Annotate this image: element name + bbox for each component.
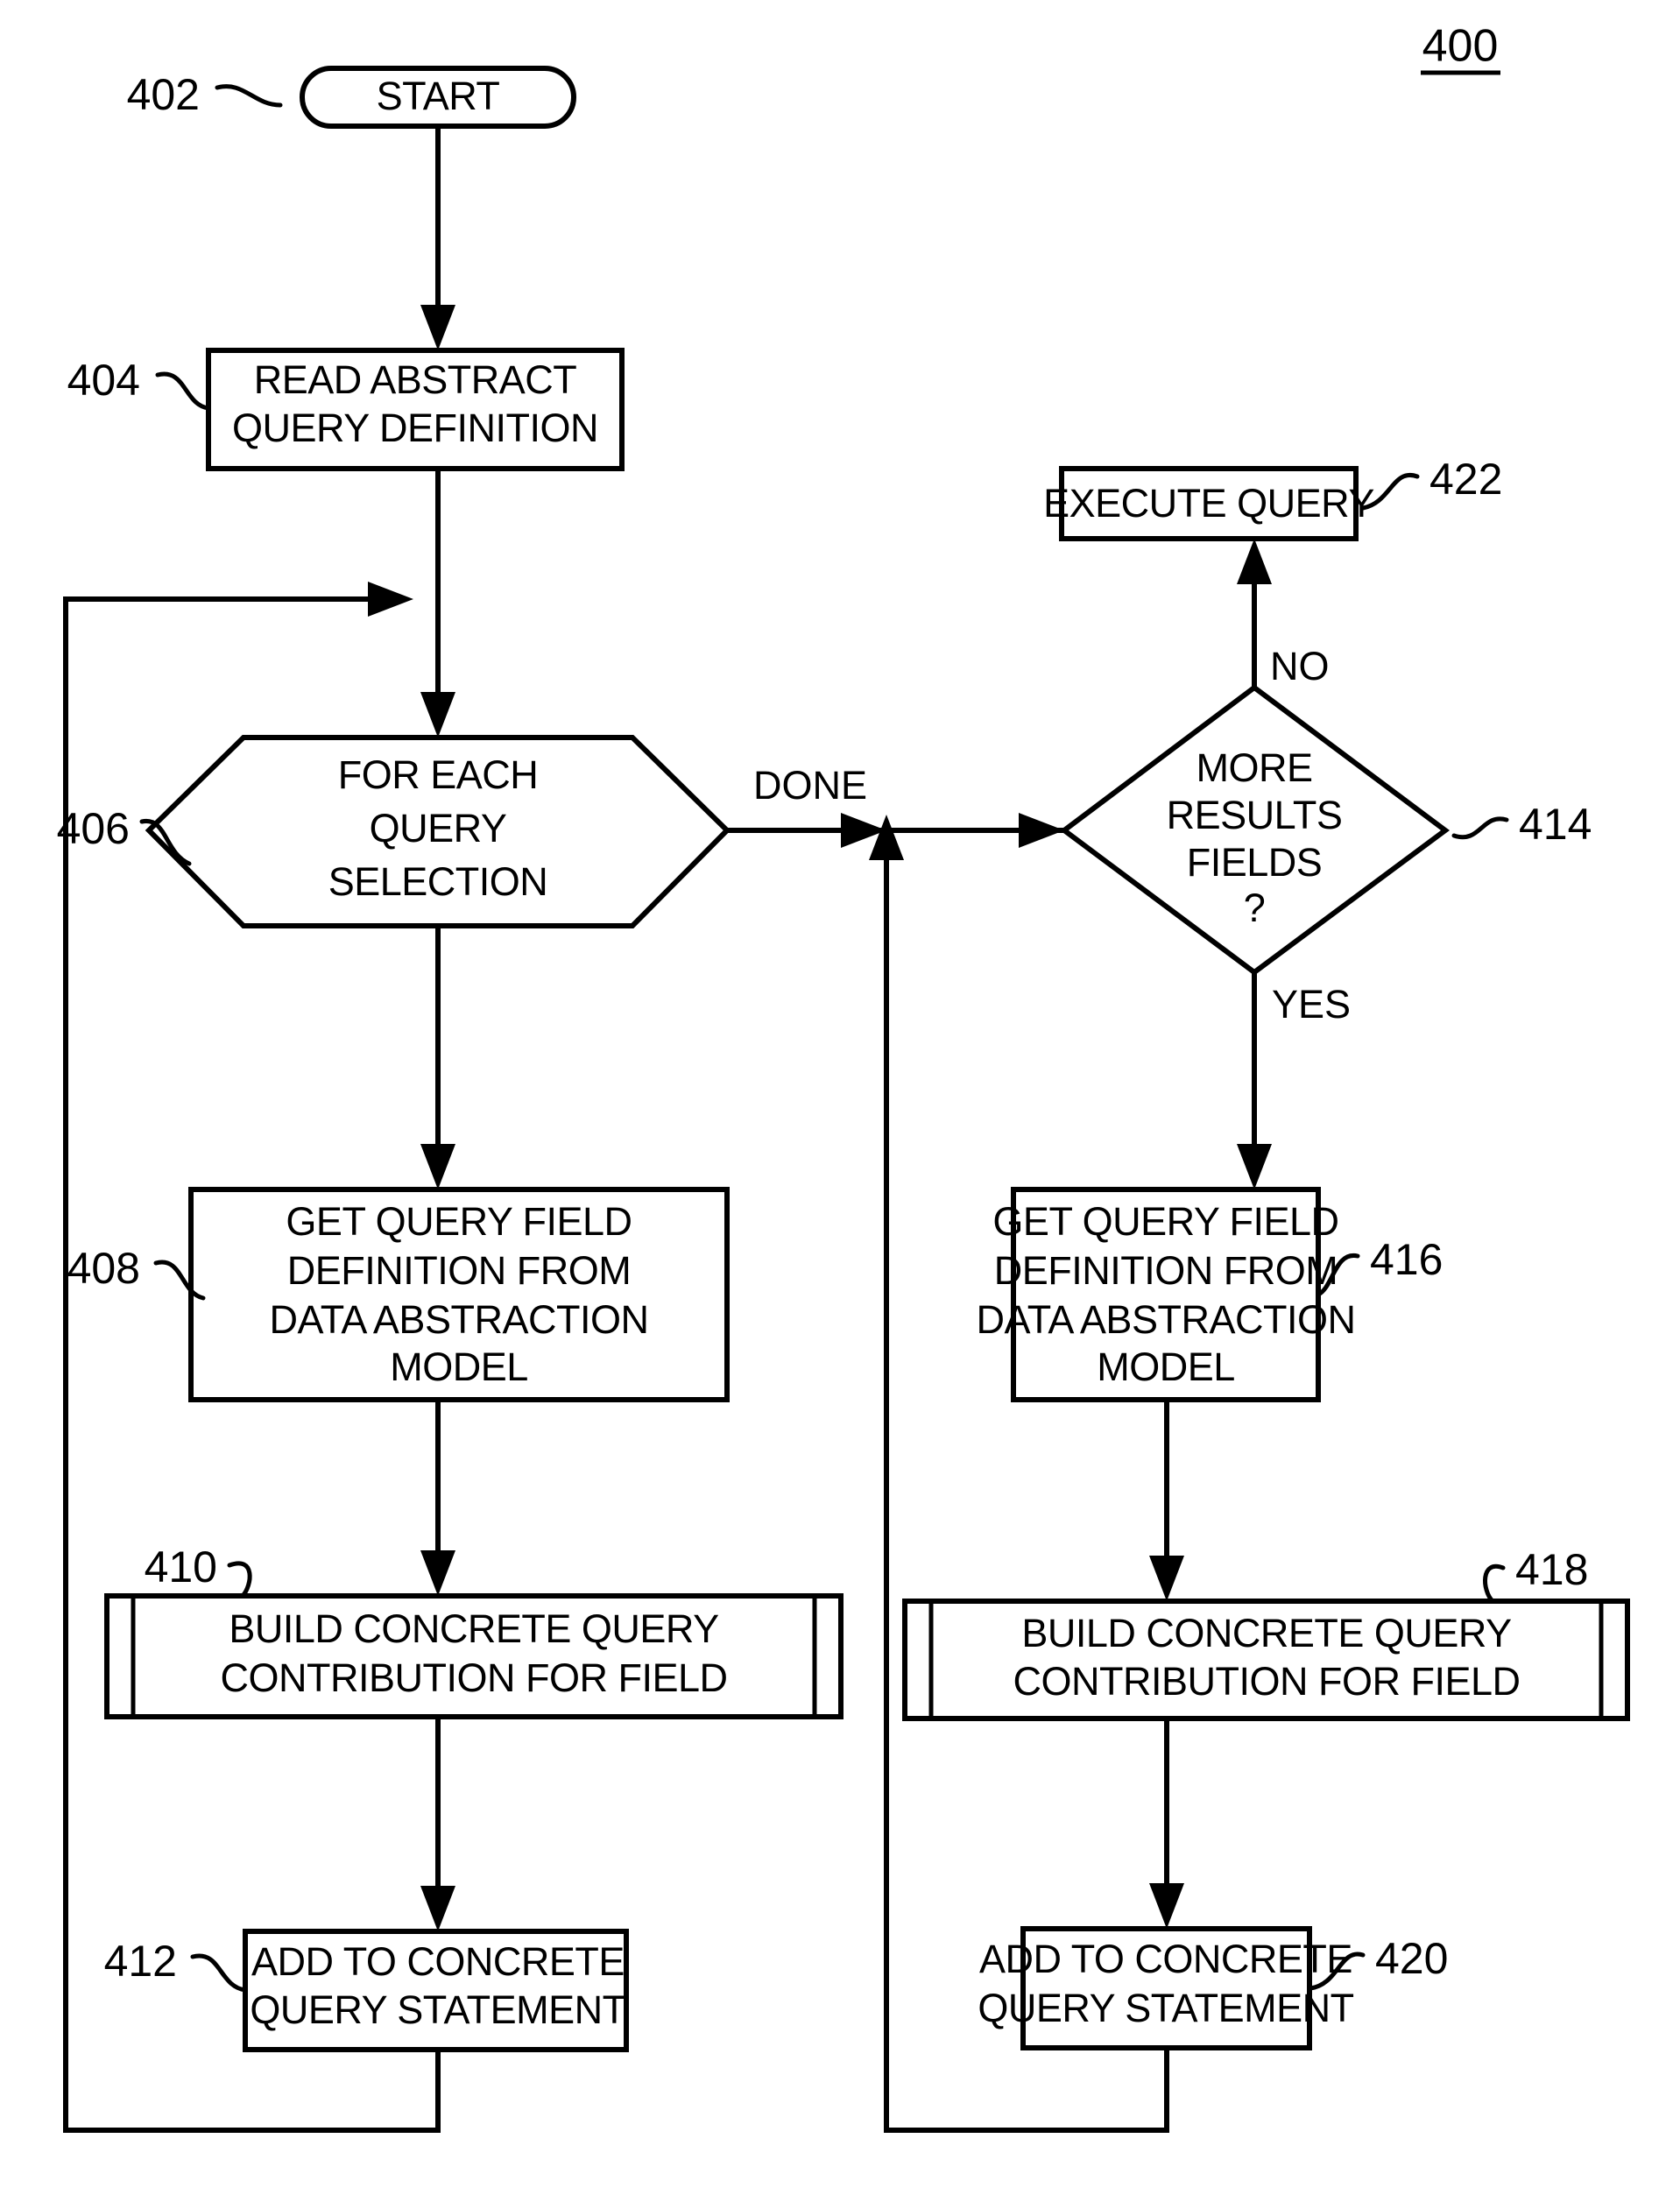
ref-408-label: 408 bbox=[67, 1244, 140, 1293]
node-execute-query[interactable]: EXECUTE QUERY bbox=[1043, 466, 1375, 541]
more-results-line-1: MORE bbox=[1196, 745, 1313, 790]
ref-418-leader bbox=[1483, 1563, 1506, 1604]
get-field-left-line-4: MODEL bbox=[390, 1345, 528, 1389]
edge-label-done: DONE bbox=[753, 763, 867, 808]
get-field-left-line-1: GET QUERY FIELD bbox=[286, 1199, 632, 1244]
for-each-line-2: QUERY bbox=[370, 806, 507, 850]
ref-420-label: 420 bbox=[1375, 1934, 1448, 1983]
more-results-line-4: ? bbox=[1244, 886, 1266, 930]
more-results-line-2: RESULTS bbox=[1167, 793, 1343, 837]
for-each-line-3: SELECTION bbox=[328, 859, 548, 904]
read-abstract-line-1: READ ABSTRACT bbox=[254, 357, 577, 402]
ref-410-label: 410 bbox=[145, 1542, 217, 1592]
ref-416-label: 416 bbox=[1370, 1235, 1443, 1284]
arrowhead-416-418 bbox=[1149, 1556, 1184, 1601]
execute-query-label: EXECUTE QUERY bbox=[1043, 481, 1374, 526]
add-right-line-1: ADD TO CONCRETE bbox=[979, 1937, 1352, 1981]
ref-402-leader bbox=[215, 84, 283, 108]
arrowhead-into-414 bbox=[1019, 813, 1064, 848]
ref-404: 404 bbox=[67, 356, 211, 411]
ref-412: 412 bbox=[104, 1937, 248, 1993]
ref-414-label: 414 bbox=[1519, 800, 1592, 849]
build-right-line-2: CONTRIBUTION FOR FIELD bbox=[1013, 1659, 1520, 1704]
start-label: START bbox=[377, 74, 500, 118]
figure-number-label: 400 bbox=[1422, 21, 1499, 72]
node-build-concrete-query-contribution-results[interactable]: BUILD CONCRETE QUERY CONTRIBUTION FOR FI… bbox=[902, 1599, 1630, 1721]
add-left-line-2: QUERY STATEMENT bbox=[250, 1987, 625, 2032]
for-each-line-1: FOR EACH bbox=[338, 752, 539, 797]
build-right-line-1: BUILD CONCRETE QUERY bbox=[1021, 1611, 1512, 1655]
ref-404-leader bbox=[155, 371, 211, 411]
get-field-left-line-2: DEFINITION FROM bbox=[287, 1248, 631, 1293]
arrowhead-406-408 bbox=[420, 1144, 455, 1189]
figure-number: 400 bbox=[1421, 21, 1500, 75]
ref-410: 410 bbox=[145, 1542, 252, 1599]
build-left-line-2: CONTRIBUTION FOR FIELD bbox=[220, 1655, 727, 1700]
get-field-right-line-2: DEFINITION FROM bbox=[994, 1248, 1338, 1293]
node-build-concrete-query-contribution-selection[interactable]: BUILD CONCRETE QUERY CONTRIBUTION FOR FI… bbox=[104, 1593, 844, 1719]
ref-412-label: 412 bbox=[104, 1937, 177, 1986]
ref-412-leader bbox=[190, 1953, 248, 1993]
node-read-abstract-query-definition[interactable]: READ ABSTRACT QUERY DEFINITION bbox=[206, 348, 625, 471]
add-right-line-2: QUERY STATEMENT bbox=[978, 1986, 1353, 2030]
ref-414: 414 bbox=[1451, 800, 1592, 849]
arrowhead-414-422 bbox=[1237, 539, 1272, 584]
edge-label-no: NO bbox=[1270, 644, 1330, 688]
node-start[interactable]: START bbox=[300, 66, 576, 129]
get-field-left-line-3: DATA ABSTRACTION bbox=[270, 1297, 649, 1342]
ref-418-label: 418 bbox=[1515, 1545, 1588, 1594]
ref-404-label: 404 bbox=[67, 356, 140, 405]
ref-418: 418 bbox=[1483, 1545, 1588, 1604]
node-add-to-concrete-query-statement-selection[interactable]: ADD TO CONCRETE QUERY STATEMENT bbox=[243, 1929, 629, 2052]
read-abstract-line-2: QUERY DEFINITION bbox=[232, 406, 598, 450]
arrowhead-410-412 bbox=[420, 1886, 455, 1931]
build-left-line-1: BUILD CONCRETE QUERY bbox=[229, 1606, 719, 1651]
ref-422: 422 bbox=[1360, 455, 1502, 511]
get-field-right-line-4: MODEL bbox=[1097, 1345, 1235, 1389]
node-add-to-concrete-query-statement-results[interactable]: ADD TO CONCRETE QUERY STATEMENT bbox=[978, 1926, 1354, 2050]
edge-label-yes: YES bbox=[1272, 982, 1351, 1027]
arrowhead-loopback-414 bbox=[869, 815, 904, 860]
patent-figure-sheet: 400 START 402 READ ABSTRACT QUERY DEFINI… bbox=[0, 0, 1680, 2195]
arrowhead-402-404 bbox=[420, 305, 455, 350]
ref-402-label: 402 bbox=[127, 70, 200, 119]
arrowhead-414-416 bbox=[1237, 1144, 1272, 1189]
node-more-results-fields-decision[interactable]: MORE RESULTS FIELDS ? bbox=[1059, 684, 1451, 976]
get-field-right-line-1: GET QUERY FIELD bbox=[992, 1199, 1338, 1244]
ref-414-leader bbox=[1451, 816, 1509, 840]
flowchart-canvas: 400 START 402 READ ABSTRACT QUERY DEFINI… bbox=[57, 21, 1630, 2133]
node-for-each-query-selection[interactable]: FOR EACH QUERY SELECTION bbox=[145, 735, 731, 928]
arrowhead-loopback-406 bbox=[368, 582, 413, 617]
arrowhead-408-410 bbox=[420, 1550, 455, 1596]
more-results-line-3: FIELDS bbox=[1187, 840, 1323, 885]
arrowhead-into-406 bbox=[420, 692, 455, 738]
add-left-line-1: ADD TO CONCRETE bbox=[251, 1939, 625, 1984]
node-get-query-field-definition-results[interactable]: GET QUERY FIELD DEFINITION FROM DATA ABS… bbox=[977, 1187, 1356, 1402]
ref-408: 408 bbox=[67, 1244, 206, 1301]
ref-406-label: 406 bbox=[57, 804, 130, 853]
ref-402: 402 bbox=[127, 70, 283, 119]
ref-422-label: 422 bbox=[1429, 455, 1502, 504]
ref-410-leader bbox=[227, 1561, 252, 1599]
node-get-query-field-definition-selection[interactable]: GET QUERY FIELD DEFINITION FROM DATA ABS… bbox=[188, 1187, 730, 1402]
arrowhead-418-420 bbox=[1149, 1883, 1184, 1929]
get-field-right-line-3: DATA ABSTRACTION bbox=[977, 1297, 1356, 1342]
